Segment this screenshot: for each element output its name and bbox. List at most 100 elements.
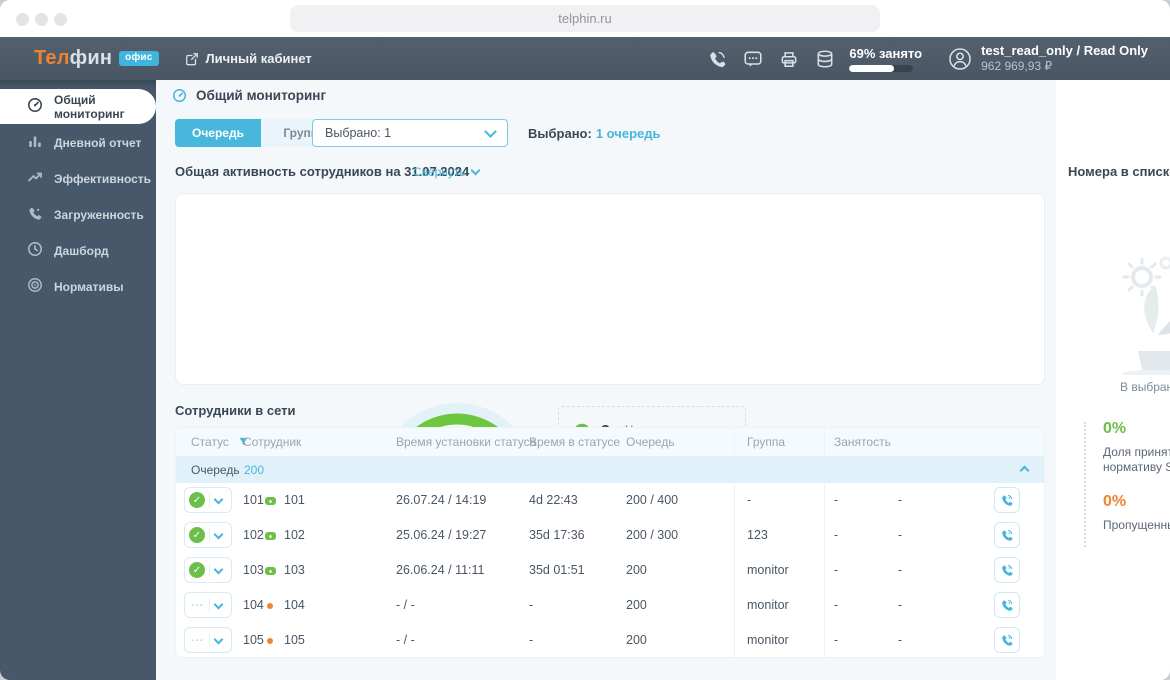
- waiting-list-title: Номера в списке ожидания: [1068, 164, 1170, 179]
- bars-icon: [27, 133, 43, 152]
- call-button[interactable]: [994, 627, 1020, 653]
- plant-illustration-icon: [1122, 256, 1170, 375]
- table-row: --- 105 105 - / - - 200 monitor - -: [176, 623, 1044, 657]
- account-name: test_read_only / Read Only: [981, 42, 1148, 58]
- sidebar-item-bars[interactable]: Дневной отчет: [0, 125, 156, 160]
- browser-chrome: telphin.ru: [0, 0, 1170, 37]
- capacity-label: 69% занято: [849, 45, 923, 61]
- target-icon: [27, 277, 43, 296]
- table-header-row: Статус Сотрудник Время установки статуса…: [176, 428, 1044, 456]
- call-button[interactable]: [994, 522, 1020, 548]
- col-employee[interactable]: Сотрудник: [243, 435, 301, 449]
- waiting-list-caption: В выбранных очередях: [1120, 380, 1170, 394]
- call-button[interactable]: [994, 557, 1020, 583]
- phone-icon: [27, 205, 43, 224]
- office-badge: офис: [119, 51, 159, 66]
- device-offline-icon: [267, 603, 273, 609]
- telphin-logo[interactable]: Тел фин офис: [34, 47, 159, 70]
- dropdown-value: Выбрано: 1: [325, 126, 392, 140]
- chevron-down-icon: [213, 564, 224, 574]
- col-busy[interactable]: Занятость: [834, 435, 891, 449]
- status-dropdown[interactable]: ---: [184, 627, 232, 653]
- employees-table-title: Сотрудники в сети: [175, 403, 296, 418]
- employees-table: Статус Сотрудник Время установки статуса…: [175, 427, 1045, 658]
- selection-summary: Выбрано: 1 очередь: [528, 126, 661, 141]
- table-row: ✓ 101 101 26.07.24 / 14:19 4d 22:43 200 …: [176, 483, 1044, 518]
- window-control-icon[interactable]: [16, 13, 29, 26]
- device-online-icon: [265, 567, 276, 575]
- waiting-list-panel: Номера в списке ожидания В выбранных оче…: [1056, 80, 1170, 680]
- device-online-icon: [265, 497, 276, 505]
- personal-cabinet-link[interactable]: Личный кабинет: [185, 51, 312, 66]
- tab-queue[interactable]: Очередь: [175, 119, 261, 147]
- sidebar-item-target[interactable]: Нормативы: [0, 269, 156, 304]
- external-link-icon: [185, 52, 198, 65]
- window-control-icon[interactable]: [54, 13, 67, 26]
- account-menu[interactable]: test_read_only / Read Only 962 969,93 ₽: [948, 43, 1148, 74]
- sidebar-item-clock[interactable]: Дашборд: [0, 233, 156, 268]
- queue-group-row[interactable]: Очередь 200: [176, 456, 1044, 483]
- kpi-panel: 0% Доля принятых по нормативу SLA 0% Про…: [1103, 420, 1170, 551]
- phone-call-icon: [1002, 564, 1013, 576]
- sidebar-item-phone[interactable]: Загруженность: [0, 197, 156, 232]
- address-bar[interactable]: telphin.ru: [290, 5, 880, 32]
- online-status-icon: ✓: [189, 562, 205, 578]
- device-offline-icon: [267, 638, 273, 644]
- capacity-progress-fill: [849, 64, 894, 72]
- logo-part-1: Тел: [34, 47, 70, 69]
- no-status-icon: ---: [191, 634, 204, 646]
- fax-icon[interactable]: [779, 49, 799, 69]
- activity-card: 5 Сотрудников 3 На линии 3 Зарегистриров…: [175, 193, 1170, 561]
- status-dropdown[interactable]: ✓: [184, 522, 232, 548]
- app-header: Тел фин офис Личный кабинет 69% занято te…: [0, 37, 1170, 80]
- device-online-icon: [265, 532, 276, 540]
- calls-icon[interactable]: [707, 49, 727, 69]
- chevron-down-icon: [213, 634, 224, 644]
- col-set-time[interactable]: Время установки статуса: [396, 435, 536, 449]
- chevron-down-icon: [213, 599, 224, 609]
- app-window: telphin.ru Тел фин офис Личный кабинет 69…: [0, 0, 1170, 680]
- call-button[interactable]: [994, 487, 1020, 513]
- chevron-down-icon: [213, 529, 224, 539]
- clock-icon: [27, 241, 43, 260]
- capacity-progressbar: [849, 64, 914, 72]
- storage-icon[interactable]: [815, 49, 835, 69]
- table-row: ✓ 102 102 25.06.24 / 19:27 35d 17:36 200…: [176, 518, 1044, 553]
- col-status[interactable]: Статус: [191, 435, 229, 449]
- phone-call-icon: [1002, 529, 1013, 541]
- gauge-icon: [27, 97, 43, 116]
- queue-select-dropdown[interactable]: Выбрано: 1: [312, 119, 508, 147]
- trend-icon: [27, 169, 43, 188]
- col-time-in-status[interactable]: Время в статусе: [529, 435, 620, 449]
- window-control-icon[interactable]: [35, 13, 48, 26]
- sidebar-item-gauge[interactable]: Общий мониторинг: [0, 89, 156, 124]
- divider: [1084, 422, 1086, 547]
- monitoring-icon: [172, 88, 187, 103]
- col-group[interactable]: Группа: [747, 435, 785, 449]
- sidebar-nav: Общий мониторинг Дневной отчет Эффективн…: [0, 80, 156, 680]
- table-row: ✓ 103 103 26.06.24 / 11:11 35d 01:51 200…: [176, 553, 1044, 588]
- url-text: telphin.ru: [558, 11, 612, 26]
- no-status-icon: ---: [191, 599, 204, 611]
- sidebar-item-trend[interactable]: Эффективность: [0, 161, 156, 196]
- status-dropdown[interactable]: ✓: [184, 557, 232, 583]
- selection-count: 1 очередь: [595, 126, 661, 141]
- page-title: Общий мониторинг: [172, 88, 326, 103]
- queue-number: 200: [244, 463, 265, 477]
- table-row: --- 104 104 - / - - 200 monitor - -: [176, 588, 1044, 623]
- phone-call-icon: [1002, 634, 1013, 646]
- status-dropdown[interactable]: ---: [184, 592, 232, 618]
- col-queue[interactable]: Очередь: [626, 435, 675, 449]
- account-balance: 962 969,93 ₽: [981, 59, 1053, 74]
- collapse-link[interactable]: Свернуть: [413, 165, 481, 179]
- phone-call-icon: [1002, 599, 1013, 611]
- messages-icon[interactable]: [743, 49, 763, 69]
- capacity-indicator: 69% занято: [849, 46, 922, 72]
- logo-part-2: фин: [69, 47, 113, 69]
- chevron-up-icon: [1019, 465, 1030, 476]
- online-status-icon: ✓: [189, 492, 205, 508]
- online-status-icon: ✓: [189, 527, 205, 543]
- call-button[interactable]: [994, 592, 1020, 618]
- kpi: 0% Доля принятых по нормативу SLA: [1103, 420, 1170, 474]
- status-dropdown[interactable]: ✓: [184, 487, 232, 513]
